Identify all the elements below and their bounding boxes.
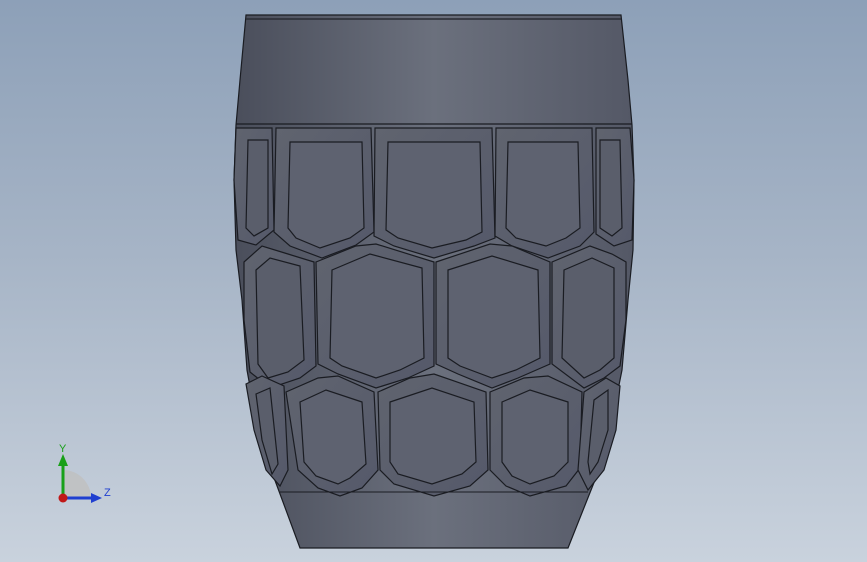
cell-inner	[329, 253, 425, 379]
cell-row-top	[233, 127, 635, 259]
z-axis-arrow	[91, 493, 102, 503]
cell-inner	[501, 389, 569, 485]
y-axis-arrow	[58, 454, 68, 466]
cell-inner	[385, 141, 483, 249]
cell-inner	[599, 139, 623, 237]
cell-inner	[447, 255, 541, 379]
cell-inner	[389, 387, 477, 485]
cell-inner	[245, 139, 269, 237]
cell-inner	[287, 141, 365, 249]
cad-viewport[interactable]	[0, 0, 867, 562]
cell-inner	[505, 141, 581, 247]
y-axis-label: Y	[59, 443, 67, 455]
xz-plane-indicator	[63, 470, 91, 498]
x-axis-origin	[58, 493, 68, 503]
cell-inner	[561, 257, 615, 379]
coordinate-triad: Y Z	[58, 443, 111, 503]
cup-model[interactable]	[233, 14, 635, 549]
cell-inner	[255, 257, 305, 379]
z-axis-label: Z	[104, 487, 111, 499]
